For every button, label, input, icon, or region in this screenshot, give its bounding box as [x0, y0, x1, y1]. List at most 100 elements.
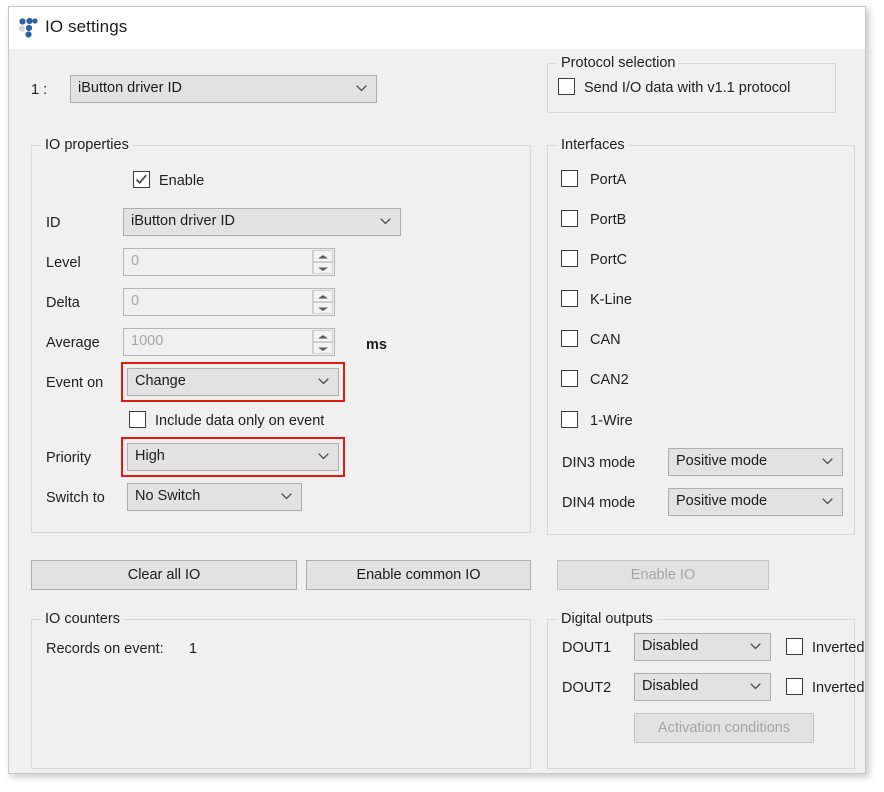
priority-value: High: [135, 448, 165, 464]
interface-label-porta: PortA: [590, 172, 627, 188]
enable-common-io-button[interactable]: Enable common IO: [306, 560, 531, 590]
chevron-down-icon: [822, 498, 833, 505]
include-data-label: Include data only on event: [155, 413, 325, 429]
average-value: 1000: [131, 333, 164, 349]
interfaces-legend: Interfaces: [557, 137, 629, 153]
io-counters-legend: IO counters: [41, 611, 124, 627]
dout1-label: DOUT1: [562, 640, 612, 656]
interface-checkbox-kline[interactable]: [561, 290, 578, 307]
chevron-down-icon: [380, 218, 391, 225]
delta-stepper[interactable]: 0: [123, 288, 335, 316]
send-io-v11-label: Send I/O data with v1.1 protocol: [584, 80, 791, 96]
spin-up-icon[interactable]: [313, 250, 333, 262]
din4-mode-label: DIN4 mode: [562, 495, 636, 511]
level-label: Level: [46, 255, 81, 271]
dout2-combo[interactable]: Disabled: [634, 673, 771, 701]
enable-checkbox[interactable]: [133, 171, 150, 188]
io-selector-value: iButton driver ID: [78, 80, 182, 96]
chevron-down-icon: [822, 458, 833, 465]
event-on-label: Event on: [46, 375, 104, 391]
io-properties-group: IO properties Enable ID iButton driver I…: [31, 137, 531, 533]
enable-io-button[interactable]: Enable IO: [557, 560, 769, 590]
delta-spin-buttons[interactable]: [312, 290, 333, 314]
dout2-inverted-label: Inverted: [812, 680, 865, 696]
io-properties-legend: IO properties: [41, 137, 133, 153]
dout2-inverted-checkbox[interactable]: [786, 678, 803, 695]
interfaces-group: Interfaces PortA PortB PortC K-Line CAN …: [547, 137, 855, 535]
spin-down-icon[interactable]: [313, 262, 333, 274]
io-counters-group: IO counters Records on event: 1: [31, 611, 531, 769]
priority-combo[interactable]: High: [127, 443, 339, 471]
io-index-label: 1 :: [31, 82, 48, 98]
chevron-down-icon: [356, 85, 367, 92]
id-combo[interactable]: iButton driver ID: [123, 208, 401, 236]
din3-mode-label: DIN3 mode: [562, 455, 636, 471]
interface-label-can: CAN: [590, 332, 621, 348]
interface-checkbox-can[interactable]: [561, 330, 578, 347]
records-on-event-value: 1: [189, 641, 198, 657]
switch-to-label: Switch to: [46, 490, 105, 506]
interface-label-kline: K-Line: [590, 292, 632, 308]
dots-pattern-icon: [18, 17, 40, 40]
records-on-event-label: Records on event:: [46, 641, 164, 657]
chevron-down-icon: [750, 683, 761, 690]
include-data-checkbox[interactable]: [129, 411, 146, 428]
spin-down-icon[interactable]: [313, 342, 333, 354]
id-label: ID: [46, 215, 61, 231]
activation-conditions-button[interactable]: Activation conditions: [634, 713, 814, 743]
io-settings-window: IO settings 1 : iButton driver ID Protoc…: [8, 6, 866, 774]
chevron-down-icon: [750, 643, 761, 650]
din4-mode-value: Positive mode: [676, 493, 768, 509]
level-value: 0: [131, 253, 140, 269]
event-on-value: Change: [135, 373, 186, 389]
interface-label-portb: PortB: [590, 212, 627, 228]
clear-all-io-button[interactable]: Clear all IO: [31, 560, 297, 590]
chevron-down-icon: [318, 378, 329, 385]
chevron-down-icon: [318, 453, 329, 460]
event-on-combo[interactable]: Change: [127, 368, 339, 396]
dout2-label: DOUT2: [562, 680, 612, 696]
digital-outputs-legend: Digital outputs: [557, 611, 657, 627]
title-bar: IO settings: [9, 7, 865, 49]
switch-to-combo[interactable]: No Switch: [127, 483, 302, 511]
interface-checkbox-portb[interactable]: [561, 210, 578, 227]
dout1-inverted-checkbox[interactable]: [786, 638, 803, 655]
protocol-selection-legend: Protocol selection: [557, 55, 680, 71]
spin-up-icon[interactable]: [313, 330, 333, 342]
id-value: iButton driver ID: [131, 213, 235, 229]
din3-mode-combo[interactable]: Positive mode: [668, 448, 843, 476]
switch-to-value: No Switch: [135, 488, 201, 504]
window-title: IO settings: [45, 17, 128, 36]
average-spin-buttons[interactable]: [312, 330, 333, 354]
interface-label-1wire: 1-Wire: [590, 413, 633, 429]
level-spin-buttons[interactable]: [312, 250, 333, 274]
chevron-down-icon: [281, 493, 292, 500]
digital-outputs-group: Digital outputs DOUT1 Disabled Inverted …: [547, 611, 864, 769]
interface-checkbox-can2[interactable]: [561, 370, 578, 387]
spin-up-icon[interactable]: [313, 290, 333, 302]
protocol-selection-group: Protocol selection Send I/O data with v1…: [547, 55, 836, 113]
spin-down-icon[interactable]: [313, 302, 333, 314]
delta-value: 0: [131, 293, 140, 309]
io-selector-combo[interactable]: iButton driver ID: [70, 75, 377, 103]
din4-mode-combo[interactable]: Positive mode: [668, 488, 843, 516]
priority-label: Priority: [46, 450, 92, 466]
dout1-inverted-label: Inverted: [812, 640, 865, 656]
delta-label: Delta: [46, 295, 80, 311]
client-area: 1 : iButton driver ID Protocol selection…: [9, 49, 865, 773]
dout1-value: Disabled: [642, 638, 699, 654]
interface-checkbox-1wire[interactable]: [561, 411, 578, 428]
average-label: Average: [46, 335, 100, 351]
average-stepper[interactable]: 1000: [123, 328, 335, 356]
level-stepper[interactable]: 0: [123, 248, 335, 276]
din3-mode-value: Positive mode: [676, 453, 768, 469]
average-unit-label: ms: [366, 337, 387, 353]
interface-checkbox-portc[interactable]: [561, 250, 578, 267]
dout2-value: Disabled: [642, 678, 699, 694]
dout1-combo[interactable]: Disabled: [634, 633, 771, 661]
interface-label-portc: PortC: [590, 252, 628, 268]
interface-checkbox-porta[interactable]: [561, 170, 578, 187]
enable-label: Enable: [159, 173, 205, 189]
interface-label-can2: CAN2: [590, 372, 629, 388]
send-io-v11-checkbox[interactable]: [558, 78, 575, 95]
